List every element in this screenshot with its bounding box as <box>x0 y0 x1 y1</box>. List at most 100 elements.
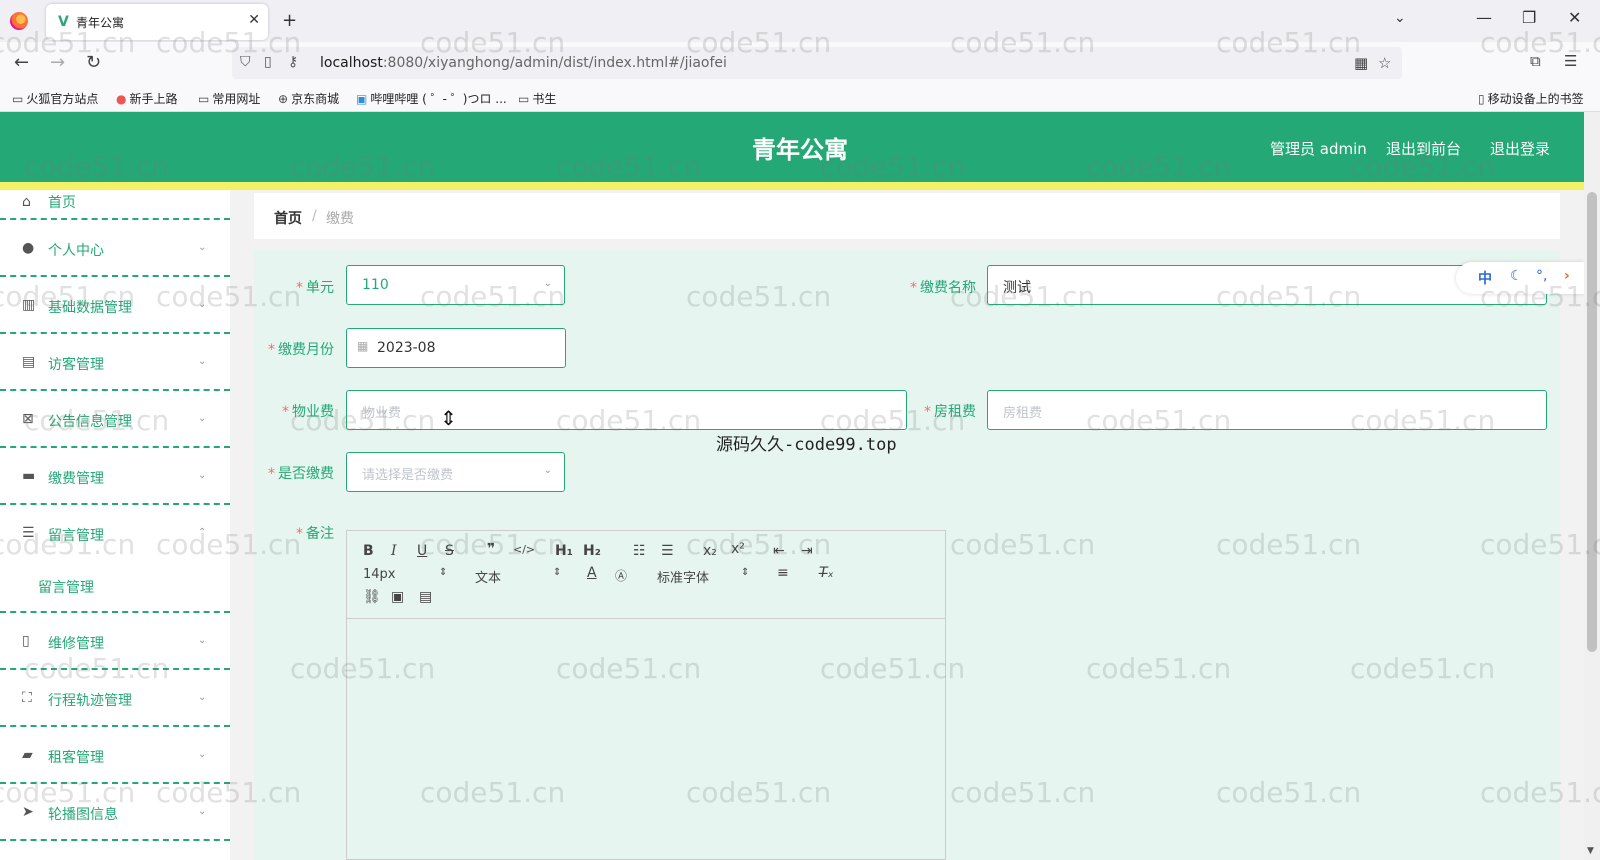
close-window-icon[interactable]: ✕ <box>1568 8 1581 27</box>
bold-icon[interactable]: B <box>363 543 374 559</box>
firefox-logo-icon <box>10 12 28 30</box>
heading2-icon[interactable]: H₂ <box>583 543 601 559</box>
repair-icon: ▯ <box>22 633 30 649</box>
new-tab-icon[interactable]: + <box>282 10 297 31</box>
chevron-right-icon[interactable]: › <box>1564 268 1570 284</box>
qr-code-icon[interactable]: ▦ <box>1354 54 1368 72</box>
unit-label: * 单元 <box>296 280 334 296</box>
subscript-icon[interactable]: x₂ <box>703 543 717 559</box>
bookmark-item[interactable]: ● 新手上路 <box>116 90 178 107</box>
browser-tab[interactable]: V 青年公寓 ✕ <box>46 4 268 40</box>
sidebar-subitem-message[interactable]: 留言管理 <box>38 577 94 597</box>
image-icon[interactable]: ▣ <box>391 589 404 605</box>
background-color-icon[interactable]: Ⓐ <box>615 567 627 584</box>
clear-format-icon[interactable]: T̶ₓ <box>819 565 834 581</box>
sidebar-item-notice[interactable]: ⊠ 公告信息管理 ⌄ <box>0 391 230 448</box>
paid-select[interactable]: 请选择是否缴费 ⌄ <box>346 452 565 492</box>
forward-arrow-icon[interactable]: → <box>50 52 65 73</box>
sidebar-item-basic-data[interactable]: ▥ 基础数据管理 ⌄ <box>0 277 230 334</box>
paid-label: * 是否缴费 <box>268 466 334 482</box>
outdent-icon[interactable]: ⇤ <box>773 543 785 559</box>
key-icon[interactable]: ⚷ <box>288 54 298 70</box>
url-text[interactable]: localhost:8080/xiyanghong/admin/dist/ind… <box>320 55 727 71</box>
page-icon[interactable]: ▯ <box>264 54 272 70</box>
reload-icon[interactable]: ↻ <box>86 52 101 73</box>
chevron-down-icon[interactable]: ⌄ <box>1394 10 1406 26</box>
font-size-select[interactable]: 14px <box>363 567 396 582</box>
underline-icon[interactable]: U <box>417 543 427 559</box>
breadcrumb-separator: / <box>312 208 317 224</box>
clipboard-icon: ▤ <box>22 354 36 370</box>
scrollbar-thumb[interactable] <box>1587 192 1597 652</box>
scroll-down-icon[interactable]: ▼ <box>1587 846 1594 856</box>
property-fee-input[interactable]: 物业费 <box>346 390 907 430</box>
month-label: * 缴费月份 <box>268 342 334 358</box>
sidebar-item-home[interactable]: ⌂ 首页 <box>0 172 230 220</box>
video-icon[interactable]: ▤ <box>419 589 432 605</box>
star-icon[interactable]: ☆ <box>1378 54 1391 72</box>
back-to-front-link[interactable]: 退出到前台 <box>1386 138 1461 159</box>
sidebar-item-message[interactable]: ☰ 留言管理 ⌃ 留言管理 <box>0 505 230 613</box>
unit-select[interactable]: 110 ⌄ <box>346 265 565 305</box>
text-type-select[interactable]: 文本 <box>475 567 501 586</box>
restore-icon[interactable]: ❐ <box>1522 8 1536 27</box>
ordered-list-icon[interactable]: ☷ <box>633 543 646 559</box>
sidebar-item-carousel[interactable]: ➤ 轮播图信息 ⌄ <box>0 784 230 841</box>
bookmark-item[interactable]: ▭ 书生 <box>518 90 556 107</box>
chart-icon: ▥ <box>22 297 36 313</box>
close-tab-icon[interactable]: ✕ <box>248 12 260 28</box>
overlay-watermark-text: 源码久久-code99.top <box>716 435 897 455</box>
url-bar[interactable]: ⛉ ▯ ⚷ localhost:8080/xiyanghong/admin/di… <box>232 47 1402 79</box>
superscript-icon[interactable]: x² <box>731 541 745 557</box>
sidebar-item-tenant[interactable]: ▰ 租客管理 ⌄ <box>0 727 230 784</box>
sidebar-item-label: 轮播图信息 <box>48 807 118 823</box>
menu-icon[interactable]: ☰ <box>1564 52 1577 70</box>
sidebar-item-label: 租客管理 <box>48 750 104 766</box>
heading1-icon[interactable]: H₁ <box>555 543 573 559</box>
sidebar-item-repair[interactable]: ▯ 维修管理 ⌄ <box>0 613 230 670</box>
link-icon[interactable]: ⛓ <box>363 589 381 605</box>
bullet-list-icon[interactable]: ☰ <box>661 543 674 559</box>
indent-icon[interactable]: ⇥ <box>801 543 813 559</box>
sidebar-item-track[interactable]: ⛶ 行程轨迹管理 ⌄ <box>0 670 230 727</box>
chevron-down-icon: ⌄ <box>198 413 207 424</box>
minimize-icon[interactable]: — <box>1476 8 1492 27</box>
shield-icon[interactable]: ⛉ <box>240 54 251 70</box>
moon-icon[interactable]: ☾ <box>1510 268 1523 284</box>
quote-icon[interactable]: ❞ <box>487 541 495 557</box>
page-scrollbar[interactable]: ▼ <box>1584 112 1600 860</box>
extensions-icon[interactable]: ⧉ <box>1530 52 1541 70</box>
folder-icon: ▭ <box>198 92 210 106</box>
sidebar-item-visitor[interactable]: ▤ 访客管理 ⌄ <box>0 334 230 391</box>
breadcrumb-home[interactable]: 首页 <box>274 208 302 228</box>
send-icon: ➤ <box>22 804 34 820</box>
strikethrough-icon[interactable]: S <box>445 543 454 559</box>
rent-fee-input[interactable]: 房租费 <box>987 390 1547 430</box>
bookmark-item[interactable]: ▭ 常用网址 <box>198 90 260 107</box>
chevron-down-icon: ⌄ <box>198 299 207 310</box>
sidebar-item-profile[interactable]: ● 个人中心 ⌄ <box>0 220 230 277</box>
bookmark-item[interactable]: ▭ 火狐官方站点 <box>12 90 98 107</box>
language-switcher[interactable]: 中 ☾ °, › <box>1456 262 1584 294</box>
firefox-icon: ● <box>116 92 127 106</box>
bookmark-item[interactable]: ⊕ 京东商城 <box>278 90 339 107</box>
logout-link[interactable]: 退出登录 <box>1490 138 1550 159</box>
notice-icon: ⊠ <box>22 411 34 427</box>
phone-icon: ▯ <box>1478 92 1485 106</box>
bookmark-item[interactable]: ▣ 哔哩哔哩 ( ゜- ゜)つロ ... <box>356 90 507 107</box>
align-icon[interactable]: ≡ <box>777 565 789 581</box>
month-date-picker[interactable]: ▦ 2023-08 <box>346 328 566 368</box>
bookmark-mobile[interactable]: ▯ 移动设备上的书签 <box>1478 90 1584 107</box>
italic-icon[interactable]: I <box>391 543 397 559</box>
rent-fee-label: * 房租费 <box>924 404 976 420</box>
code-icon[interactable]: </> <box>513 543 535 556</box>
sidebar-item-payment[interactable]: ▬ 缴费管理 ⌄ <box>0 448 230 505</box>
font-color-icon[interactable]: A <box>587 565 597 581</box>
admin-label: 管理员 admin <box>1270 140 1367 158</box>
property-fee-label: * 物业费 <box>282 404 334 420</box>
lang-zh[interactable]: 中 <box>1478 268 1492 288</box>
back-arrow-icon[interactable]: ← <box>14 52 29 73</box>
chevron-down-icon: ⌄ <box>198 356 207 367</box>
font-family-select[interactable]: 标准字体 <box>657 567 709 586</box>
dots-icon[interactable]: °, <box>1536 268 1547 284</box>
